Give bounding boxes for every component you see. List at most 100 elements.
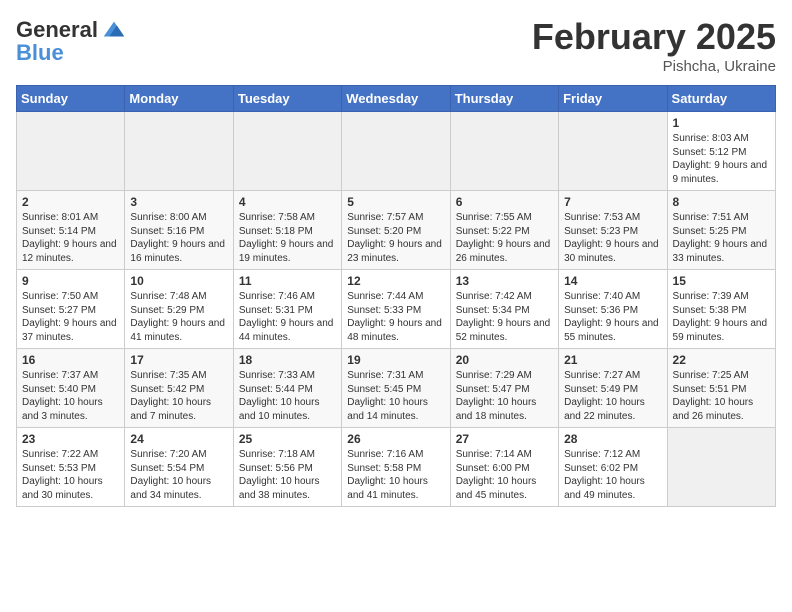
day-number: 17 xyxy=(130,353,227,367)
calendar-title: February 2025 xyxy=(532,16,776,58)
day-number: 18 xyxy=(239,353,336,367)
day-number: 11 xyxy=(239,274,336,288)
calendar-cell: 6 Sunrise: 7:55 AM Sunset: 5:22 PM Daylig… xyxy=(450,191,558,270)
logo-icon xyxy=(100,16,128,44)
day-info: Sunrise: 7:58 AM Sunset: 5:18 PM Dayligh… xyxy=(239,211,336,265)
day-number: 12 xyxy=(347,274,444,288)
calendar-cell xyxy=(342,112,450,191)
day-number: 3 xyxy=(130,195,227,209)
calendar-cell xyxy=(125,112,233,191)
day-number: 20 xyxy=(456,353,553,367)
day-info: Sunrise: 8:03 AM Sunset: 5:12 PM Dayligh… xyxy=(673,132,770,186)
day-number: 8 xyxy=(673,195,770,209)
calendar-cell: 11Sunrise: 7:46 AM Sunset: 5:31 PM Dayli… xyxy=(233,270,341,349)
calendar-subtitle: Pishcha, Ukraine xyxy=(532,58,776,75)
calendar-cell: 19 Sunrise: 7:31 AM Sunset: 5:45 PM Dayli… xyxy=(342,349,450,428)
calendar-week-5: 23 Sunrise: 7:22 AM Sunset: 5:53 PM Dayli… xyxy=(17,428,776,507)
weekday-header-friday: Friday xyxy=(559,86,667,112)
day-info: Sunrise: 7:40 AM Sunset: 5:36 PM Dayligh… xyxy=(564,290,661,344)
weekday-header-monday: Monday xyxy=(125,86,233,112)
weekday-header-thursday: Thursday xyxy=(450,86,558,112)
day-info: Sunrise: 7:37 AM Sunset: 5:40 PM Dayligh… xyxy=(22,369,119,423)
day-number: 26 xyxy=(347,432,444,446)
calendar-cell: 22 Sunrise: 7:25 AM Sunset: 5:51 PM Dayli… xyxy=(667,349,775,428)
day-number: 10 xyxy=(130,274,227,288)
calendar-cell xyxy=(17,112,125,191)
day-number: 24 xyxy=(130,432,227,446)
day-info: Sunrise: 7:12 AM Sunset: 6:02 PM Dayligh… xyxy=(564,448,661,502)
calendar-cell xyxy=(559,112,667,191)
day-info: Sunrise: 7:33 AM Sunset: 5:44 PM Dayligh… xyxy=(239,369,336,423)
day-info: Sunrise: 7:18 AM Sunset: 5:56 PM Dayligh… xyxy=(239,448,336,502)
calendar-cell: 26 Sunrise: 7:16 AM Sunset: 5:58 PM Dayli… xyxy=(342,428,450,507)
logo: General Blue xyxy=(16,16,128,66)
calendar-cell: 18 Sunrise: 7:33 AM Sunset: 5:44 PM Dayli… xyxy=(233,349,341,428)
day-info: Sunrise: 7:50 AM Sunset: 5:27 PM Dayligh… xyxy=(22,290,119,344)
day-number: 15 xyxy=(673,274,770,288)
calendar-cell: 16Sunrise: 7:37 AM Sunset: 5:40 PM Dayli… xyxy=(17,349,125,428)
weekday-header-sunday: Sunday xyxy=(17,86,125,112)
calendar-table: SundayMondayTuesdayWednesdayThursdayFrid… xyxy=(16,85,776,507)
calendar-cell: 27Sunrise: 7:14 AM Sunset: 6:00 PM Dayli… xyxy=(450,428,558,507)
day-number: 1 xyxy=(673,116,770,130)
calendar-cell: 8 Sunrise: 7:51 AM Sunset: 5:25 PM Daylig… xyxy=(667,191,775,270)
calendar-cell xyxy=(450,112,558,191)
day-number: 6 xyxy=(456,195,553,209)
day-info: Sunrise: 7:55 AM Sunset: 5:22 PM Dayligh… xyxy=(456,211,553,265)
weekday-header-wednesday: Wednesday xyxy=(342,86,450,112)
weekday-header-tuesday: Tuesday xyxy=(233,86,341,112)
calendar-cell: 14 Sunrise: 7:40 AM Sunset: 5:36 PM Dayli… xyxy=(559,270,667,349)
calendar-week-1: 1 Sunrise: 8:03 AM Sunset: 5:12 PM Daylig… xyxy=(17,112,776,191)
calendar-cell: 15 Sunrise: 7:39 AM Sunset: 5:38 PM Dayli… xyxy=(667,270,775,349)
day-info: Sunrise: 7:35 AM Sunset: 5:42 PM Dayligh… xyxy=(130,369,227,423)
calendar-cell: 2 Sunrise: 8:01 AM Sunset: 5:14 PM Daylig… xyxy=(17,191,125,270)
day-number: 22 xyxy=(673,353,770,367)
calendar-week-3: 9 Sunrise: 7:50 AM Sunset: 5:27 PM Daylig… xyxy=(17,270,776,349)
calendar-week-4: 16Sunrise: 7:37 AM Sunset: 5:40 PM Dayli… xyxy=(17,349,776,428)
page-header: General Blue February 2025 Pishcha, Ukra… xyxy=(16,16,776,75)
day-info: Sunrise: 7:22 AM Sunset: 5:53 PM Dayligh… xyxy=(22,448,119,502)
day-number: 5 xyxy=(347,195,444,209)
title-block: February 2025 Pishcha, Ukraine xyxy=(532,16,776,75)
calendar-cell: 5Sunrise: 7:57 AM Sunset: 5:20 PM Daylig… xyxy=(342,191,450,270)
day-number: 7 xyxy=(564,195,661,209)
calendar-cell: 12 Sunrise: 7:44 AM Sunset: 5:33 PM Dayli… xyxy=(342,270,450,349)
calendar-cell: 17 Sunrise: 7:35 AM Sunset: 5:42 PM Dayli… xyxy=(125,349,233,428)
day-info: Sunrise: 7:48 AM Sunset: 5:29 PM Dayligh… xyxy=(130,290,227,344)
calendar-cell: 23 Sunrise: 7:22 AM Sunset: 5:53 PM Dayli… xyxy=(17,428,125,507)
calendar-cell xyxy=(233,112,341,191)
day-number: 14 xyxy=(564,274,661,288)
day-info: Sunrise: 7:44 AM Sunset: 5:33 PM Dayligh… xyxy=(347,290,444,344)
day-info: Sunrise: 7:51 AM Sunset: 5:25 PM Dayligh… xyxy=(673,211,770,265)
calendar-cell: 21 Sunrise: 7:27 AM Sunset: 5:49 PM Dayli… xyxy=(559,349,667,428)
day-info: Sunrise: 7:31 AM Sunset: 5:45 PM Dayligh… xyxy=(347,369,444,423)
day-number: 2 xyxy=(22,195,119,209)
day-number: 23 xyxy=(22,432,119,446)
day-info: Sunrise: 8:01 AM Sunset: 5:14 PM Dayligh… xyxy=(22,211,119,265)
day-number: 4 xyxy=(239,195,336,209)
day-info: Sunrise: 7:39 AM Sunset: 5:38 PM Dayligh… xyxy=(673,290,770,344)
weekday-header-saturday: Saturday xyxy=(667,86,775,112)
day-number: 13 xyxy=(456,274,553,288)
weekday-header-row: SundayMondayTuesdayWednesdayThursdayFrid… xyxy=(17,86,776,112)
logo-text: General xyxy=(16,18,98,42)
calendar-cell: 4 Sunrise: 7:58 AM Sunset: 5:18 PM Daylig… xyxy=(233,191,341,270)
calendar-cell: 13Sunrise: 7:42 AM Sunset: 5:34 PM Dayli… xyxy=(450,270,558,349)
day-number: 28 xyxy=(564,432,661,446)
day-info: Sunrise: 7:29 AM Sunset: 5:47 PM Dayligh… xyxy=(456,369,553,423)
calendar-cell xyxy=(667,428,775,507)
calendar-cell: 10 Sunrise: 7:48 AM Sunset: 5:29 PM Dayli… xyxy=(125,270,233,349)
calendar-cell: 28 Sunrise: 7:12 AM Sunset: 6:02 PM Dayli… xyxy=(559,428,667,507)
day-info: Sunrise: 7:53 AM Sunset: 5:23 PM Dayligh… xyxy=(564,211,661,265)
calendar-cell: 24Sunrise: 7:20 AM Sunset: 5:54 PM Dayli… xyxy=(125,428,233,507)
calendar-cell: 3Sunrise: 8:00 AM Sunset: 5:16 PM Daylig… xyxy=(125,191,233,270)
day-number: 21 xyxy=(564,353,661,367)
day-info: Sunrise: 7:16 AM Sunset: 5:58 PM Dayligh… xyxy=(347,448,444,502)
day-number: 27 xyxy=(456,432,553,446)
day-number: 19 xyxy=(347,353,444,367)
day-number: 9 xyxy=(22,274,119,288)
day-info: Sunrise: 7:27 AM Sunset: 5:49 PM Dayligh… xyxy=(564,369,661,423)
calendar-cell: 20 Sunrise: 7:29 AM Sunset: 5:47 PM Dayli… xyxy=(450,349,558,428)
calendar-cell: 9 Sunrise: 7:50 AM Sunset: 5:27 PM Daylig… xyxy=(17,270,125,349)
day-info: Sunrise: 7:25 AM Sunset: 5:51 PM Dayligh… xyxy=(673,369,770,423)
